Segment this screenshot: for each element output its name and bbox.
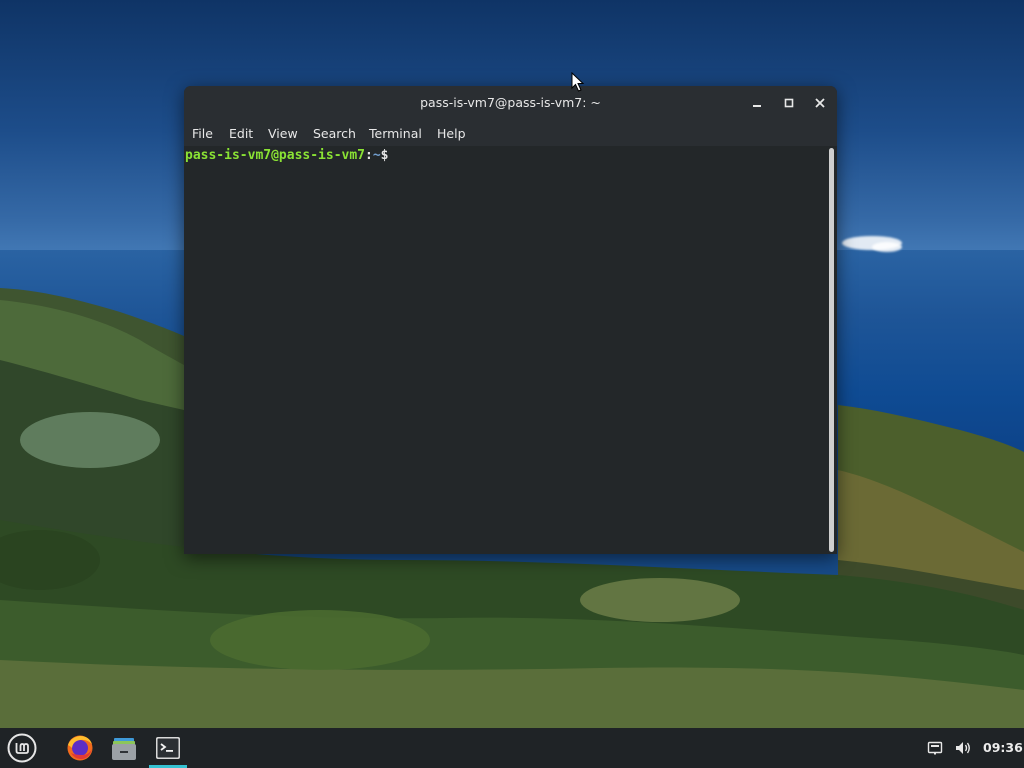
terminal-scrollbar[interactable] <box>829 148 834 552</box>
menu-edit[interactable]: Edit <box>229 126 253 141</box>
prompt-user: pass-is-vm7@pass-is-vm7 <box>185 148 366 163</box>
prompt-path: ~ <box>372 148 381 163</box>
clock[interactable]: 09:36 <box>983 740 1023 755</box>
network-icon <box>927 741 943 755</box>
minimize-icon <box>753 105 761 107</box>
taskbar <box>0 728 1024 768</box>
terminal-area[interactable]: pass-is-vm7@pass-is-vm7:~$ <box>184 146 837 554</box>
terminal-launcher[interactable] <box>149 728 187 768</box>
terminal-window[interactable]: pass-is-vm7@pass-is-vm7: ~ File Edit Vie… <box>184 86 837 554</box>
prompt-symbol: $ <box>380 148 389 163</box>
window-title: pass-is-vm7@pass-is-vm7: ~ <box>420 95 601 110</box>
mouse-pointer-icon <box>571 72 585 92</box>
menu-bar: File Edit View Search Terminal Help <box>184 120 837 146</box>
menu-terminal[interactable]: Terminal <box>369 126 422 141</box>
menu-help[interactable]: Help <box>437 126 466 141</box>
shell-prompt: pass-is-vm7@pass-is-vm7:~$ <box>185 148 389 163</box>
maximize-button[interactable] <box>780 94 798 112</box>
volume-control[interactable] <box>952 728 974 768</box>
files-launcher[interactable] <box>105 728 143 768</box>
files-icon <box>112 738 136 760</box>
prompt-separator: : <box>365 148 373 163</box>
maximize-icon <box>784 98 794 108</box>
close-button[interactable] <box>811 94 829 112</box>
network-status[interactable] <box>924 728 946 768</box>
close-icon <box>815 98 825 108</box>
mint-menu-icon <box>7 733 37 763</box>
minimize-button[interactable] <box>748 94 766 112</box>
menu-view[interactable]: View <box>268 126 298 141</box>
firefox-icon <box>67 735 93 761</box>
volume-icon <box>956 742 970 754</box>
menu-file[interactable]: File <box>192 126 213 141</box>
terminal-icon <box>156 737 180 759</box>
window-titlebar[interactable]: pass-is-vm7@pass-is-vm7: ~ <box>184 86 837 120</box>
firefox-launcher[interactable] <box>60 728 100 768</box>
menu-search[interactable]: Search <box>313 126 356 141</box>
mint-menu-button[interactable] <box>3 728 41 768</box>
